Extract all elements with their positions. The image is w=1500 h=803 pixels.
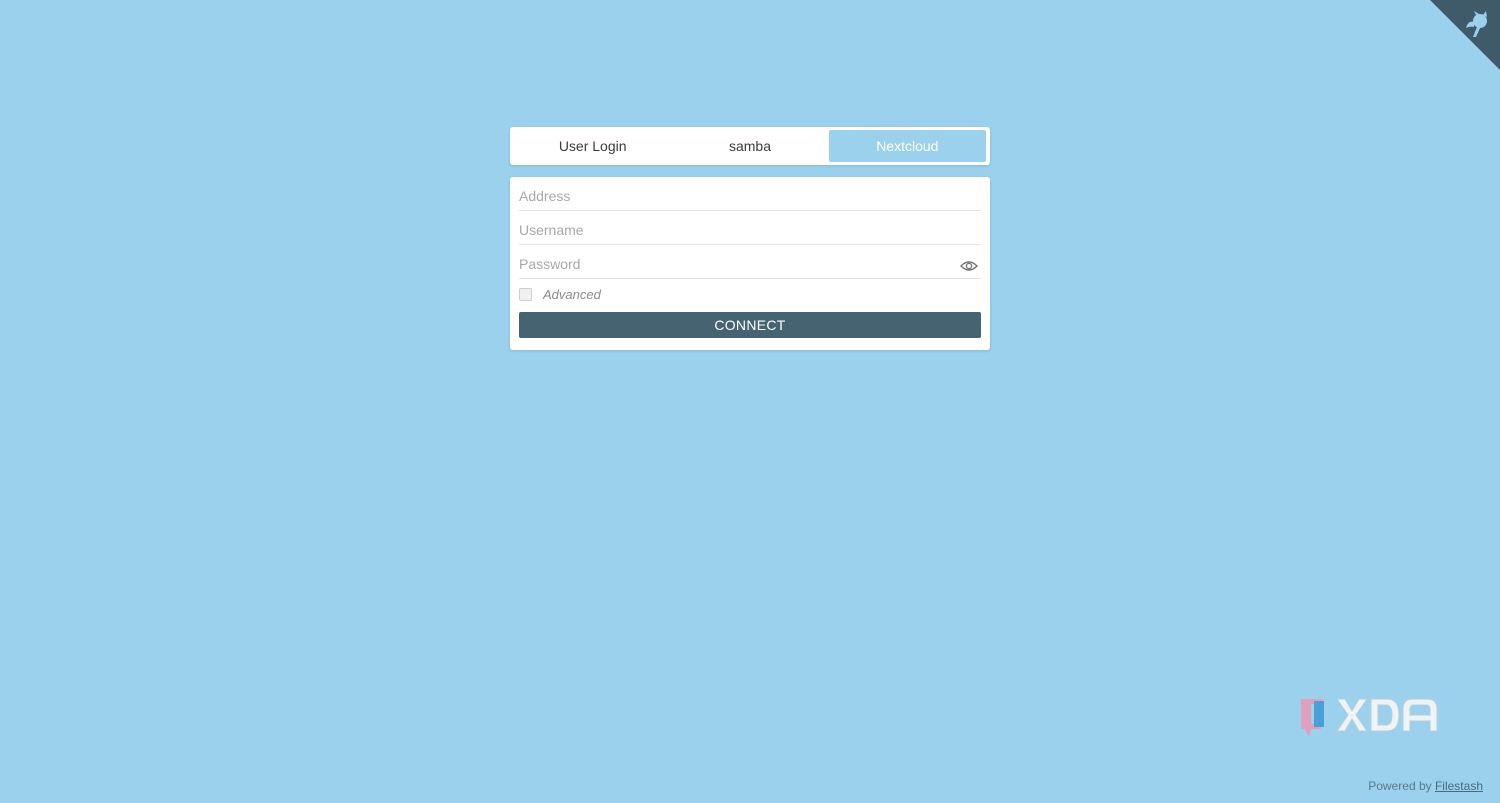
username-field-row [519,211,981,245]
address-input[interactable] [519,188,981,210]
connection-tabs: User Login samba Nextcloud [510,127,990,165]
tab-samba[interactable]: samba [671,130,828,162]
address-field-row [519,177,981,211]
filestash-link[interactable]: Filestash [1435,779,1483,793]
github-corner-icon[interactable] [1430,0,1500,70]
tab-nextcloud[interactable]: Nextcloud [828,130,986,162]
connect-button[interactable]: CONNECT [519,312,981,338]
advanced-row: Advanced [519,279,981,309]
tab-user-login[interactable]: User Login [514,130,671,162]
advanced-checkbox[interactable] [519,287,532,301]
username-input[interactable] [519,222,981,244]
password-input[interactable] [519,256,981,278]
advanced-label[interactable]: Advanced [543,287,601,302]
login-form: Advanced CONNECT [510,177,990,350]
xda-logo [1301,698,1438,737]
footer: Powered by Filestash [1368,779,1483,793]
eye-icon[interactable] [960,260,978,272]
footer-prefix: Powered by [1368,779,1432,793]
password-field-row [519,245,981,279]
